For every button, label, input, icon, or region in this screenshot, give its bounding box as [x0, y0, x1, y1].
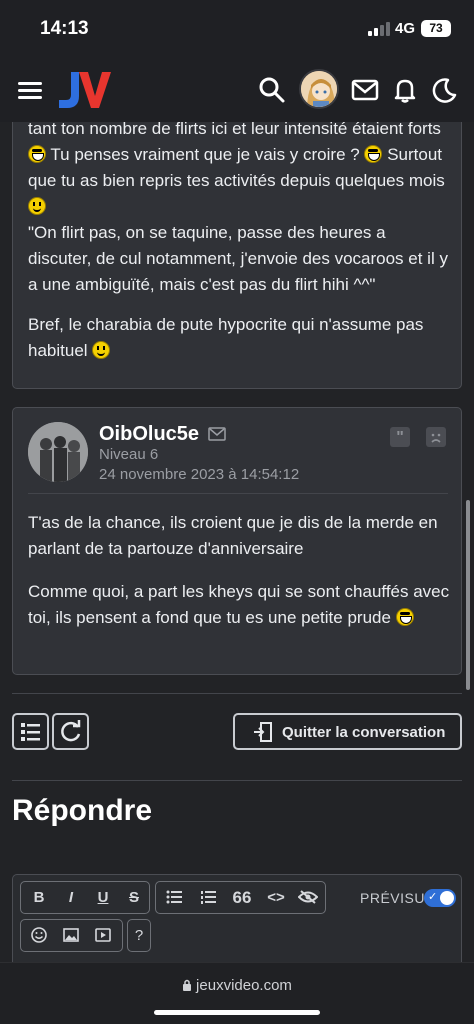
mail-icon[interactable]	[208, 427, 226, 441]
grin-emoji-icon	[395, 608, 414, 626]
spoiler-button[interactable]	[296, 882, 320, 913]
message-text: Bref, le charabia de pute hypocrite qui …	[28, 315, 424, 360]
message-text: Comme quoi, a part les kheys qui se sont…	[28, 582, 450, 627]
block-format-group: 66 <>	[155, 881, 326, 914]
url-text: jeuxvideo.com	[196, 977, 292, 994]
bold-button[interactable]: B	[27, 882, 51, 913]
text-format-group: B I U S	[20, 881, 150, 914]
list-icon	[21, 723, 40, 741]
exit-door-icon	[254, 722, 272, 742]
message-body: Bref, le charabia de pute hypocrite qui …	[28, 312, 452, 364]
bullet-list-button[interactable]	[162, 882, 186, 913]
sad-face-icon	[431, 433, 441, 443]
divider	[28, 493, 448, 494]
network-type: 4G	[395, 20, 416, 37]
signal-icon	[368, 22, 390, 36]
underline-button[interactable]: U	[91, 882, 115, 913]
image-button[interactable]	[59, 920, 83, 951]
preview-label: PRÉVISU	[360, 890, 425, 906]
message-post: tant ton nombre de flirts ici et leur in…	[12, 122, 462, 389]
message-list-button[interactable]	[12, 713, 49, 750]
toggle-knob	[440, 891, 454, 905]
strikethrough-button[interactable]: S	[122, 882, 146, 913]
message-text: tant ton nombre de flirts ici et leur in…	[28, 122, 441, 138]
quote-button[interactable]: "	[390, 427, 410, 447]
message-date: 24 novembre 2023 à 14:54:12	[99, 466, 300, 483]
moon-icon[interactable]	[430, 76, 458, 104]
quote-format-button[interactable]: 66	[230, 882, 254, 913]
check-icon: ✓	[428, 891, 438, 903]
author-name[interactable]: OibOluc5e	[99, 423, 199, 446]
smile-emoji-icon	[92, 341, 111, 359]
report-button[interactable]	[426, 427, 446, 447]
message-post: OibOluc5e Niveau 6 24 novembre 2023 à 14…	[12, 407, 462, 675]
mail-icon[interactable]	[351, 76, 379, 104]
refresh-icon	[61, 720, 81, 742]
jv-logo[interactable]	[57, 68, 111, 110]
media-group	[20, 919, 123, 952]
help-group: ?	[127, 919, 151, 952]
home-indicator[interactable]	[154, 1010, 320, 1015]
author-level: Niveau 6	[99, 446, 159, 463]
url-display[interactable]: jeuxvideo.com	[0, 977, 474, 994]
grin-emoji-icon	[364, 145, 383, 163]
smile-emoji-icon	[28, 197, 46, 215]
app-header	[0, 58, 474, 122]
message-body: Comme quoi, a part les kheys qui se sont…	[28, 579, 452, 631]
emoji-button[interactable]	[27, 920, 51, 951]
conversation-content: tant ton nombre de flirts ici et leur in…	[0, 122, 474, 962]
code-button[interactable]: <>	[264, 882, 288, 913]
video-icon	[95, 928, 111, 942]
divider	[12, 693, 462, 694]
lock-icon	[183, 979, 192, 991]
message-text: Tu penses vraiment que je vais y croire …	[50, 145, 360, 164]
battery-icon: 73	[421, 20, 451, 37]
numbered-list-button[interactable]	[196, 882, 220, 913]
divider	[12, 780, 462, 781]
italic-button[interactable]: I	[59, 882, 83, 913]
avatar[interactable]	[299, 69, 339, 109]
status-time: 14:13	[40, 18, 89, 39]
message-body: T'as de la chance, ils croient que je di…	[28, 513, 438, 558]
preview-toggle[interactable]: ✓	[424, 889, 456, 907]
grin-emoji-icon	[28, 145, 46, 163]
reply-editor: B I U S 66 <> ? PRÉVISU ✓	[12, 874, 462, 962]
message-text: "On flirt pas, on se taquine, passe des …	[28, 223, 448, 294]
smiley-icon	[31, 927, 47, 943]
image-icon	[63, 928, 79, 942]
refresh-button[interactable]	[52, 713, 89, 750]
search-icon[interactable]	[258, 76, 286, 104]
numbered-list-icon	[201, 891, 216, 904]
help-button[interactable]: ?	[128, 920, 150, 951]
eye-slash-icon	[297, 890, 319, 904]
leave-conversation-button[interactable]: Quitter la conversation	[233, 713, 462, 750]
leave-conversation-label: Quitter la conversation	[282, 724, 446, 741]
bell-icon[interactable]	[391, 76, 419, 104]
scrollbar[interactable]	[466, 500, 470, 690]
bullet-list-icon	[166, 890, 182, 904]
menu-icon[interactable]	[18, 80, 42, 100]
author-avatar[interactable]	[28, 422, 88, 482]
status-bar: 14:13 4G 73	[0, 0, 474, 58]
reply-title: Répondre	[12, 794, 153, 827]
message-body: tant ton nombre de flirts ici et leur in…	[28, 122, 452, 298]
browser-url-bar: jeuxvideo.com	[0, 962, 474, 1024]
video-button[interactable]	[91, 920, 115, 951]
